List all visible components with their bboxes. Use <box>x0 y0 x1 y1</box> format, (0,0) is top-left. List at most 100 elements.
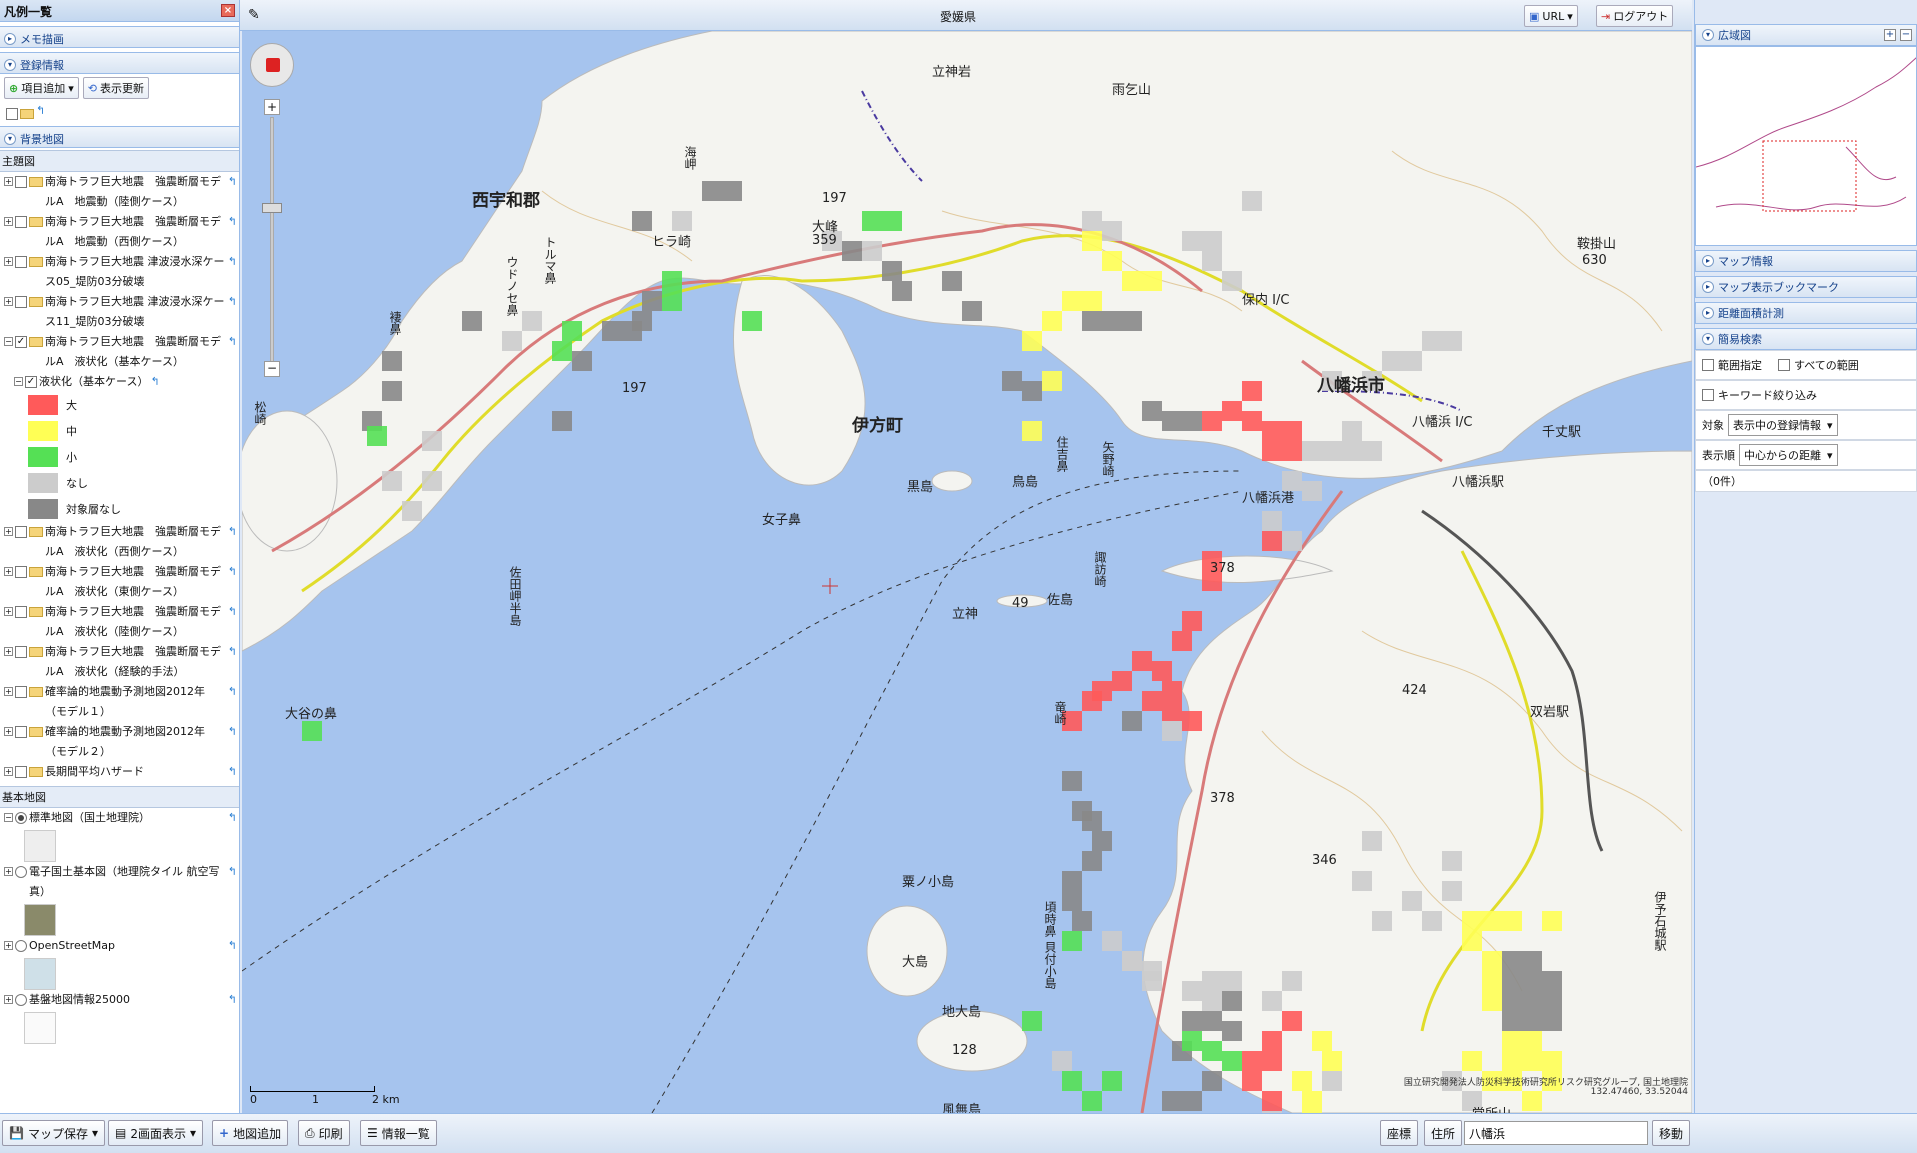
expand-toggle[interactable]: + <box>4 527 13 536</box>
expand-toggle[interactable]: + <box>4 687 13 696</box>
link-arrow-icon[interactable]: ↰ <box>228 332 237 352</box>
base-map-radio[interactable] <box>15 940 27 952</box>
move-button[interactable]: 移動 <box>1652 1120 1691 1146</box>
layer-checkbox[interactable] <box>15 526 27 538</box>
base-map-radio[interactable] <box>15 866 27 878</box>
collapse-toggle[interactable]: − <box>14 377 23 386</box>
expand-toggle[interactable]: + <box>4 217 13 226</box>
dual-view-button[interactable]: ▤ 2画面表示 ▾ <box>108 1120 204 1146</box>
bookmark-section[interactable]: ▸ マップ表示ブックマーク <box>1695 276 1917 298</box>
base-map-thumbnail[interactable] <box>24 830 56 862</box>
search-section[interactable]: ▾ 簡易検索 <box>1695 328 1917 350</box>
link-arrow-icon[interactable]: ↰ <box>228 808 237 828</box>
expand-toggle[interactable]: + <box>4 867 13 876</box>
add-map-button[interactable]: + 地図追加 <box>212 1120 289 1146</box>
memo-section[interactable]: ▸ メモ描画 <box>0 26 239 48</box>
layer-checkbox[interactable] <box>15 216 27 228</box>
layer-checkbox[interactable]: ✓ <box>15 336 27 348</box>
link-arrow-icon[interactable]: ↰ <box>228 522 237 542</box>
link-arrow-icon[interactable]: ↰ <box>228 562 237 582</box>
base-map-radio[interactable] <box>15 994 27 1006</box>
link-arrow-icon[interactable]: ↰ <box>36 104 45 117</box>
refresh-button[interactable]: ⟲ 表示更新 <box>82 77 149 99</box>
target-select[interactable]: 表示中の登録情報 ▾ <box>1728 414 1838 436</box>
allrange-checkbox[interactable] <box>1778 359 1790 371</box>
edit-icon[interactable]: ✎ <box>248 7 260 23</box>
layer-checkbox[interactable] <box>15 566 27 578</box>
expand-toggle[interactable]: + <box>4 727 13 736</box>
layer-checkbox[interactable] <box>15 256 27 268</box>
measure-section[interactable]: ▸ 距離面積計測 <box>1695 302 1917 324</box>
expand-toggle[interactable]: + <box>4 767 13 776</box>
link-arrow-icon[interactable]: ↰ <box>228 602 237 622</box>
expand-toggle[interactable]: − <box>4 337 13 346</box>
mapinfo-section[interactable]: ▸ マップ情報 <box>1695 250 1917 272</box>
pan-control[interactable] <box>250 43 294 87</box>
expand-toggle[interactable]: + <box>4 995 13 1004</box>
link-arrow-icon[interactable]: ↰ <box>228 642 237 662</box>
zoom-out-button[interactable]: − <box>264 361 280 377</box>
layer-checkbox[interactable] <box>15 606 27 618</box>
print-button[interactable]: ⎙ 印刷 <box>298 1120 350 1146</box>
map-label-senjoeki: 千丈駅 <box>1542 425 1582 440</box>
link-arrow-icon[interactable]: ↰ <box>150 372 159 392</box>
liquefaction-cell <box>1322 441 1342 461</box>
order-select[interactable]: 中心からの距離 ▾ <box>1739 444 1838 466</box>
base-map-thumbnail[interactable] <box>24 1012 56 1044</box>
expand-toggle[interactable]: + <box>4 647 13 656</box>
logout-button[interactable]: ⇥ ログアウト <box>1596 5 1674 27</box>
base-map-thumbnail[interactable] <box>24 958 56 990</box>
close-icon[interactable]: × <box>221 4 235 17</box>
keyword-checkbox[interactable] <box>1702 389 1714 401</box>
range-checkbox[interactable] <box>1702 359 1714 371</box>
link-arrow-icon[interactable]: ↰ <box>228 936 237 956</box>
address-button[interactable]: 住所 <box>1424 1120 1463 1146</box>
expand-toggle[interactable]: + <box>4 941 13 950</box>
background-section[interactable]: ▾ 背景地図 <box>0 126 239 148</box>
link-arrow-icon[interactable]: ↰ <box>228 722 237 742</box>
base-map-thumbnail[interactable] <box>24 904 56 936</box>
link-arrow-icon[interactable]: ↰ <box>228 172 237 192</box>
info-list-button[interactable]: ☰ 情報一覧 <box>360 1120 437 1146</box>
liquefaction-cell <box>1502 971 1522 991</box>
expand-toggle[interactable]: − <box>4 813 13 822</box>
overview-section[interactable]: ▾ 広域図 + − <box>1695 24 1917 46</box>
layer-checkbox[interactable] <box>15 726 27 738</box>
expand-toggle[interactable]: + <box>4 607 13 616</box>
add-item-button[interactable]: ⊕ 項目追加 ▾ <box>4 77 79 99</box>
link-arrow-icon[interactable]: ↰ <box>228 212 237 232</box>
layer-checkbox[interactable] <box>15 766 27 778</box>
zoom-in-icon[interactable]: + <box>1884 29 1896 41</box>
search-input[interactable] <box>1464 1121 1648 1145</box>
registered-checkbox[interactable] <box>6 108 18 120</box>
link-arrow-icon[interactable]: ↰ <box>228 762 237 782</box>
liquefaction-cell <box>1082 851 1102 871</box>
url-button[interactable]: ▣ URL ▾ <box>1524 5 1578 27</box>
link-arrow-icon[interactable]: ↰ <box>228 862 237 882</box>
home-icon[interactable] <box>266 58 280 72</box>
layer-checkbox[interactable] <box>15 296 27 308</box>
map-canvas[interactable]: 西宇和郡 伊方町 八幡浜市 立神岩 雨乞山 ヒラ崎 大峰 359 黒島 鳥島 女子鼻 大谷の鼻 立神 佐島… <box>242 31 1692 1113</box>
layer-checkbox[interactable] <box>15 176 27 188</box>
link-arrow-icon[interactable]: ↰ <box>228 292 237 312</box>
zoom-out-icon[interactable]: − <box>1900 29 1912 41</box>
link-arrow-icon[interactable]: ↰ <box>228 682 237 702</box>
overview-map[interactable] <box>1695 46 1917 246</box>
zoom-in-button[interactable]: + <box>264 99 280 115</box>
zoom-slider[interactable] <box>270 117 274 377</box>
zoom-slider-handle[interactable] <box>262 203 282 213</box>
expand-toggle[interactable]: + <box>4 297 13 306</box>
expand-toggle[interactable]: + <box>4 567 13 576</box>
registered-section[interactable]: ▾ 登録情報 <box>0 52 239 74</box>
layer-checkbox[interactable] <box>15 646 27 658</box>
expand-toggle[interactable]: + <box>4 177 13 186</box>
sublayer-checkbox[interactable]: ✓ <box>25 376 37 388</box>
link-arrow-icon[interactable]: ↰ <box>228 990 237 1010</box>
coord-button[interactable]: 座標 <box>1380 1120 1419 1146</box>
base-map-radio[interactable] <box>15 812 27 824</box>
link-arrow-icon[interactable]: ↰ <box>228 252 237 272</box>
save-map-button[interactable]: 💾 マップ保存 ▾ <box>2 1120 105 1146</box>
expand-toggle[interactable]: + <box>4 257 13 266</box>
layer-checkbox[interactable] <box>15 686 27 698</box>
legend-panel-title: 凡例一覧 × <box>0 0 239 22</box>
